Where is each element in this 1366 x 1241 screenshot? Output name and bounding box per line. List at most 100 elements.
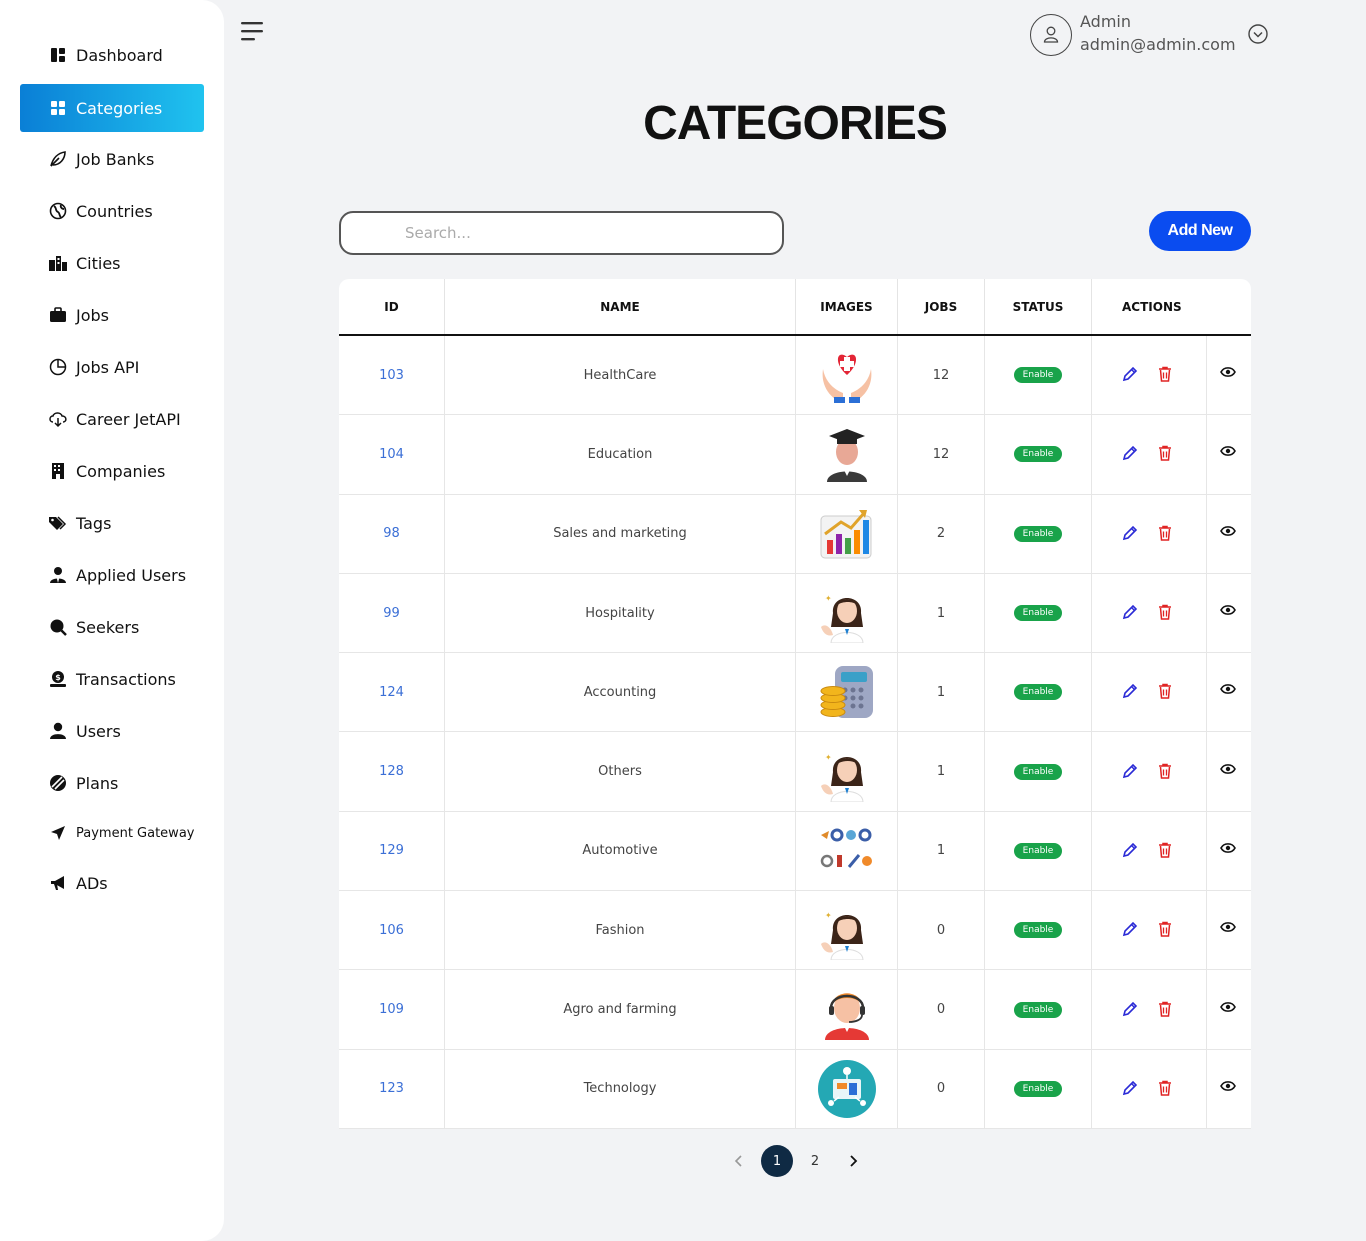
status-badge[interactable]: Enable xyxy=(1013,684,1063,701)
sidebar-item-jobs[interactable]: Jobs xyxy=(20,291,204,339)
tags-icon xyxy=(48,513,68,533)
trash-icon[interactable] xyxy=(1158,763,1176,781)
trash-icon[interactable] xyxy=(1158,921,1176,939)
eye-icon[interactable] xyxy=(1220,1080,1238,1098)
search-input[interactable] xyxy=(339,211,784,255)
cell-view xyxy=(1207,812,1251,890)
sidebar-item-applied-users[interactable]: Applied Users xyxy=(20,551,204,599)
sidebar-item-career-jetapi[interactable]: Career JetAPI xyxy=(20,395,204,443)
trash-icon[interactable] xyxy=(1158,445,1176,463)
cell-actions xyxy=(1092,653,1207,732)
eye-icon[interactable] xyxy=(1220,1001,1238,1019)
trash-icon[interactable] xyxy=(1158,683,1176,701)
cell-view xyxy=(1207,970,1251,1048)
sidebar-item-users[interactable]: Users xyxy=(20,707,204,755)
eye-icon[interactable] xyxy=(1220,921,1238,939)
status-badge[interactable]: Enable xyxy=(1013,1080,1063,1097)
edit-icon[interactable] xyxy=(1122,445,1140,463)
city-icon xyxy=(48,253,68,273)
status-badge[interactable]: Enable xyxy=(1013,842,1063,859)
sidebar-item-job-banks[interactable]: Job Banks xyxy=(20,135,204,183)
table-row: 124 Accounting 1 Enable xyxy=(339,653,1251,733)
sidebar-item-countries[interactable]: Countries xyxy=(20,187,204,235)
category-id-link[interactable]: 124 xyxy=(379,685,404,700)
category-id-link[interactable]: 128 xyxy=(379,764,404,779)
eye-icon[interactable] xyxy=(1220,763,1238,781)
user-icon xyxy=(48,721,68,741)
status-badge[interactable]: Enable xyxy=(1013,446,1063,463)
category-id-link[interactable]: 103 xyxy=(379,368,404,383)
sidebar-item-label: Companies xyxy=(76,461,166,481)
cell-view xyxy=(1207,653,1251,731)
trash-icon[interactable] xyxy=(1158,525,1176,543)
status-badge[interactable]: Enable xyxy=(1013,763,1063,780)
page-2-button[interactable]: 2 xyxy=(799,1145,831,1177)
eye-icon[interactable] xyxy=(1220,683,1238,701)
sidebar-item-transactions[interactable]: $ Transactions xyxy=(20,655,204,703)
eye-icon[interactable] xyxy=(1220,525,1238,543)
table-body: 103 HealthCare 12 Enable 104 Education 12 Enabl… xyxy=(339,336,1251,1129)
next-page-button[interactable] xyxy=(837,1145,869,1177)
edit-icon[interactable] xyxy=(1122,366,1140,384)
edit-icon[interactable] xyxy=(1122,604,1140,622)
eye-icon[interactable] xyxy=(1220,842,1238,860)
trash-icon[interactable] xyxy=(1158,366,1176,384)
sidebar-item-categories[interactable]: Categories xyxy=(20,84,204,132)
category-id-link[interactable]: 98 xyxy=(383,526,400,541)
status-badge[interactable]: Enable xyxy=(1013,525,1063,542)
add-new-button[interactable]: Add New xyxy=(1149,211,1251,251)
sidebar-item-dashboard[interactable]: Dashboard xyxy=(20,31,204,79)
sidebar-item-jobs-api[interactable]: Jobs API xyxy=(20,343,204,391)
chevron-down-icon[interactable] xyxy=(1248,24,1268,44)
edit-icon[interactable] xyxy=(1122,683,1140,701)
edit-icon[interactable] xyxy=(1122,1080,1140,1098)
status-badge[interactable]: Enable xyxy=(1013,605,1063,622)
status-badge[interactable]: Enable xyxy=(1013,922,1063,939)
sidebar-item-seekers[interactable]: Seekers xyxy=(20,603,204,651)
trash-icon[interactable] xyxy=(1158,1080,1176,1098)
sidebar-item-ads[interactable]: ADs xyxy=(20,859,204,907)
status-badge[interactable]: Enable xyxy=(1013,1001,1063,1018)
send-icon xyxy=(48,823,68,843)
cell-status: Enable xyxy=(985,573,1092,653)
sidebar-item-companies[interactable]: Companies xyxy=(20,447,204,495)
trash-icon[interactable] xyxy=(1158,604,1176,622)
column-header-actions: ACTIONS xyxy=(1122,299,1182,314)
edit-icon[interactable] xyxy=(1122,525,1140,543)
eye-icon[interactable] xyxy=(1220,445,1238,463)
sidebar-item-label: Job Banks xyxy=(76,149,155,169)
sidebar-item-cities[interactable]: Cities xyxy=(20,239,204,287)
trash-icon[interactable] xyxy=(1158,1001,1176,1019)
sidebar-item-tags[interactable]: Tags xyxy=(20,499,204,547)
cell-id: 104 xyxy=(339,415,445,494)
eye-icon[interactable] xyxy=(1220,604,1238,622)
category-id-link[interactable]: 104 xyxy=(379,447,404,462)
edit-icon[interactable] xyxy=(1122,842,1140,860)
edit-icon[interactable] xyxy=(1122,1001,1140,1019)
cell-name: Others xyxy=(445,732,796,811)
sidebar-item-payment-gateway[interactable]: Payment Gateway xyxy=(20,809,204,857)
cell-view xyxy=(1207,336,1251,414)
category-id-link[interactable]: 129 xyxy=(379,843,404,858)
cell-actions xyxy=(1092,891,1207,970)
user-menu[interactable]: Admin admin@admin.com xyxy=(1030,12,1280,58)
edit-icon[interactable] xyxy=(1122,921,1140,939)
prev-page-button[interactable] xyxy=(723,1145,755,1177)
page-1-button[interactable]: 1 xyxy=(761,1145,793,1177)
plans-icon xyxy=(48,773,68,793)
edit-icon[interactable] xyxy=(1122,763,1140,781)
category-id-link[interactable]: 99 xyxy=(383,606,400,621)
cell-id: 123 xyxy=(339,1049,445,1128)
sidebar-item-plans[interactable]: Plans xyxy=(20,759,204,807)
cell-status: Enable xyxy=(985,970,1092,1049)
cell-view xyxy=(1207,1050,1251,1128)
category-id-link[interactable]: 109 xyxy=(379,1002,404,1017)
trash-icon[interactable] xyxy=(1158,842,1176,860)
category-id-link[interactable]: 106 xyxy=(379,923,404,938)
status-badge[interactable]: Enable xyxy=(1013,367,1063,384)
cell-name: Sales and marketing xyxy=(445,494,796,573)
category-id-link[interactable]: 123 xyxy=(379,1081,404,1096)
eye-icon[interactable] xyxy=(1220,366,1238,384)
cell-image: ✦ xyxy=(796,891,898,970)
hamburger-menu-button[interactable] xyxy=(240,20,266,44)
